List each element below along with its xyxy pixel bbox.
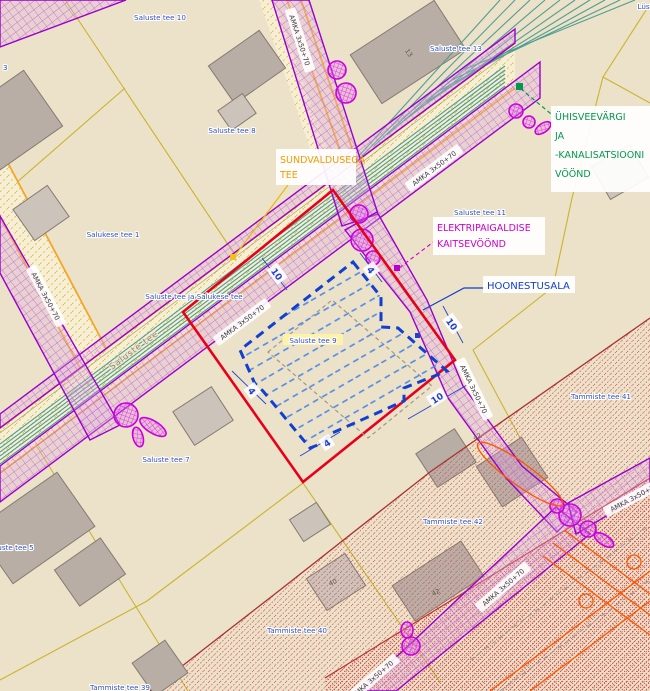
callout-text: HOONESTUSALA xyxy=(487,281,570,292)
address-label: Saluste tee 13 xyxy=(430,44,482,53)
electrical-marker-dot xyxy=(394,265,400,271)
callout-text: TEE xyxy=(279,170,298,181)
callout-text: ÜHISVEEVÄRGI xyxy=(555,112,626,123)
address-label: Saluste tee 5 xyxy=(0,543,34,552)
detail-plan-map: 13 xyxy=(0,0,650,691)
callout-sundvaldusega-tee: SUNDVALDUSEGA TEE xyxy=(276,149,366,185)
callout-uhisveevargi-voond: ÜHISVEEVÄRGI JA -KANALISATSIOONI VÖÖND xyxy=(551,106,650,192)
callout-hoonestusala: HOONESTUSALA xyxy=(483,276,575,293)
water-marker-dot xyxy=(516,83,523,90)
address-label: Lüsti xyxy=(638,2,650,11)
callout-text: -KANALISATSIOONI xyxy=(555,150,644,161)
address-label: Tammiste tee 40 xyxy=(266,626,327,635)
connection-point-dot xyxy=(415,333,420,338)
map-viewport: 13 xyxy=(0,0,650,691)
callout-text: SUNDVALDUSEGA xyxy=(280,155,366,166)
address-label: Saluste tee 8 xyxy=(208,126,256,135)
callout-text: JA xyxy=(554,131,565,142)
callout-text: KAITSEVÖÖND xyxy=(437,239,506,250)
sundvalduse-marker xyxy=(230,254,236,260)
address-label: Tammiste tee 42 xyxy=(422,517,483,526)
address-label: Saluste tee 11 xyxy=(454,208,506,217)
address-label: Tammiste tee 41 xyxy=(570,392,631,401)
address-label: Salukese tee 1 xyxy=(87,230,140,239)
junction-name-label: Saluste tee ja Salukese tee xyxy=(145,292,243,301)
address-label: Saluste tee 7 xyxy=(142,455,189,464)
address-label: 3 xyxy=(3,63,8,72)
address-label-plot: Saluste tee 9 xyxy=(289,336,337,345)
callout-text: ELEKTRIPAIGALDISE xyxy=(437,223,531,234)
callout-elektripaigaldise-kaitsevoond: ELEKTRIPAIGALDISE KAITSEVÖÖND xyxy=(433,217,545,255)
address-label: Tammiste tee 39 xyxy=(89,683,150,691)
address-label: Saluste tee 10 xyxy=(134,13,186,22)
callout-text: VÖÖND xyxy=(555,169,591,180)
